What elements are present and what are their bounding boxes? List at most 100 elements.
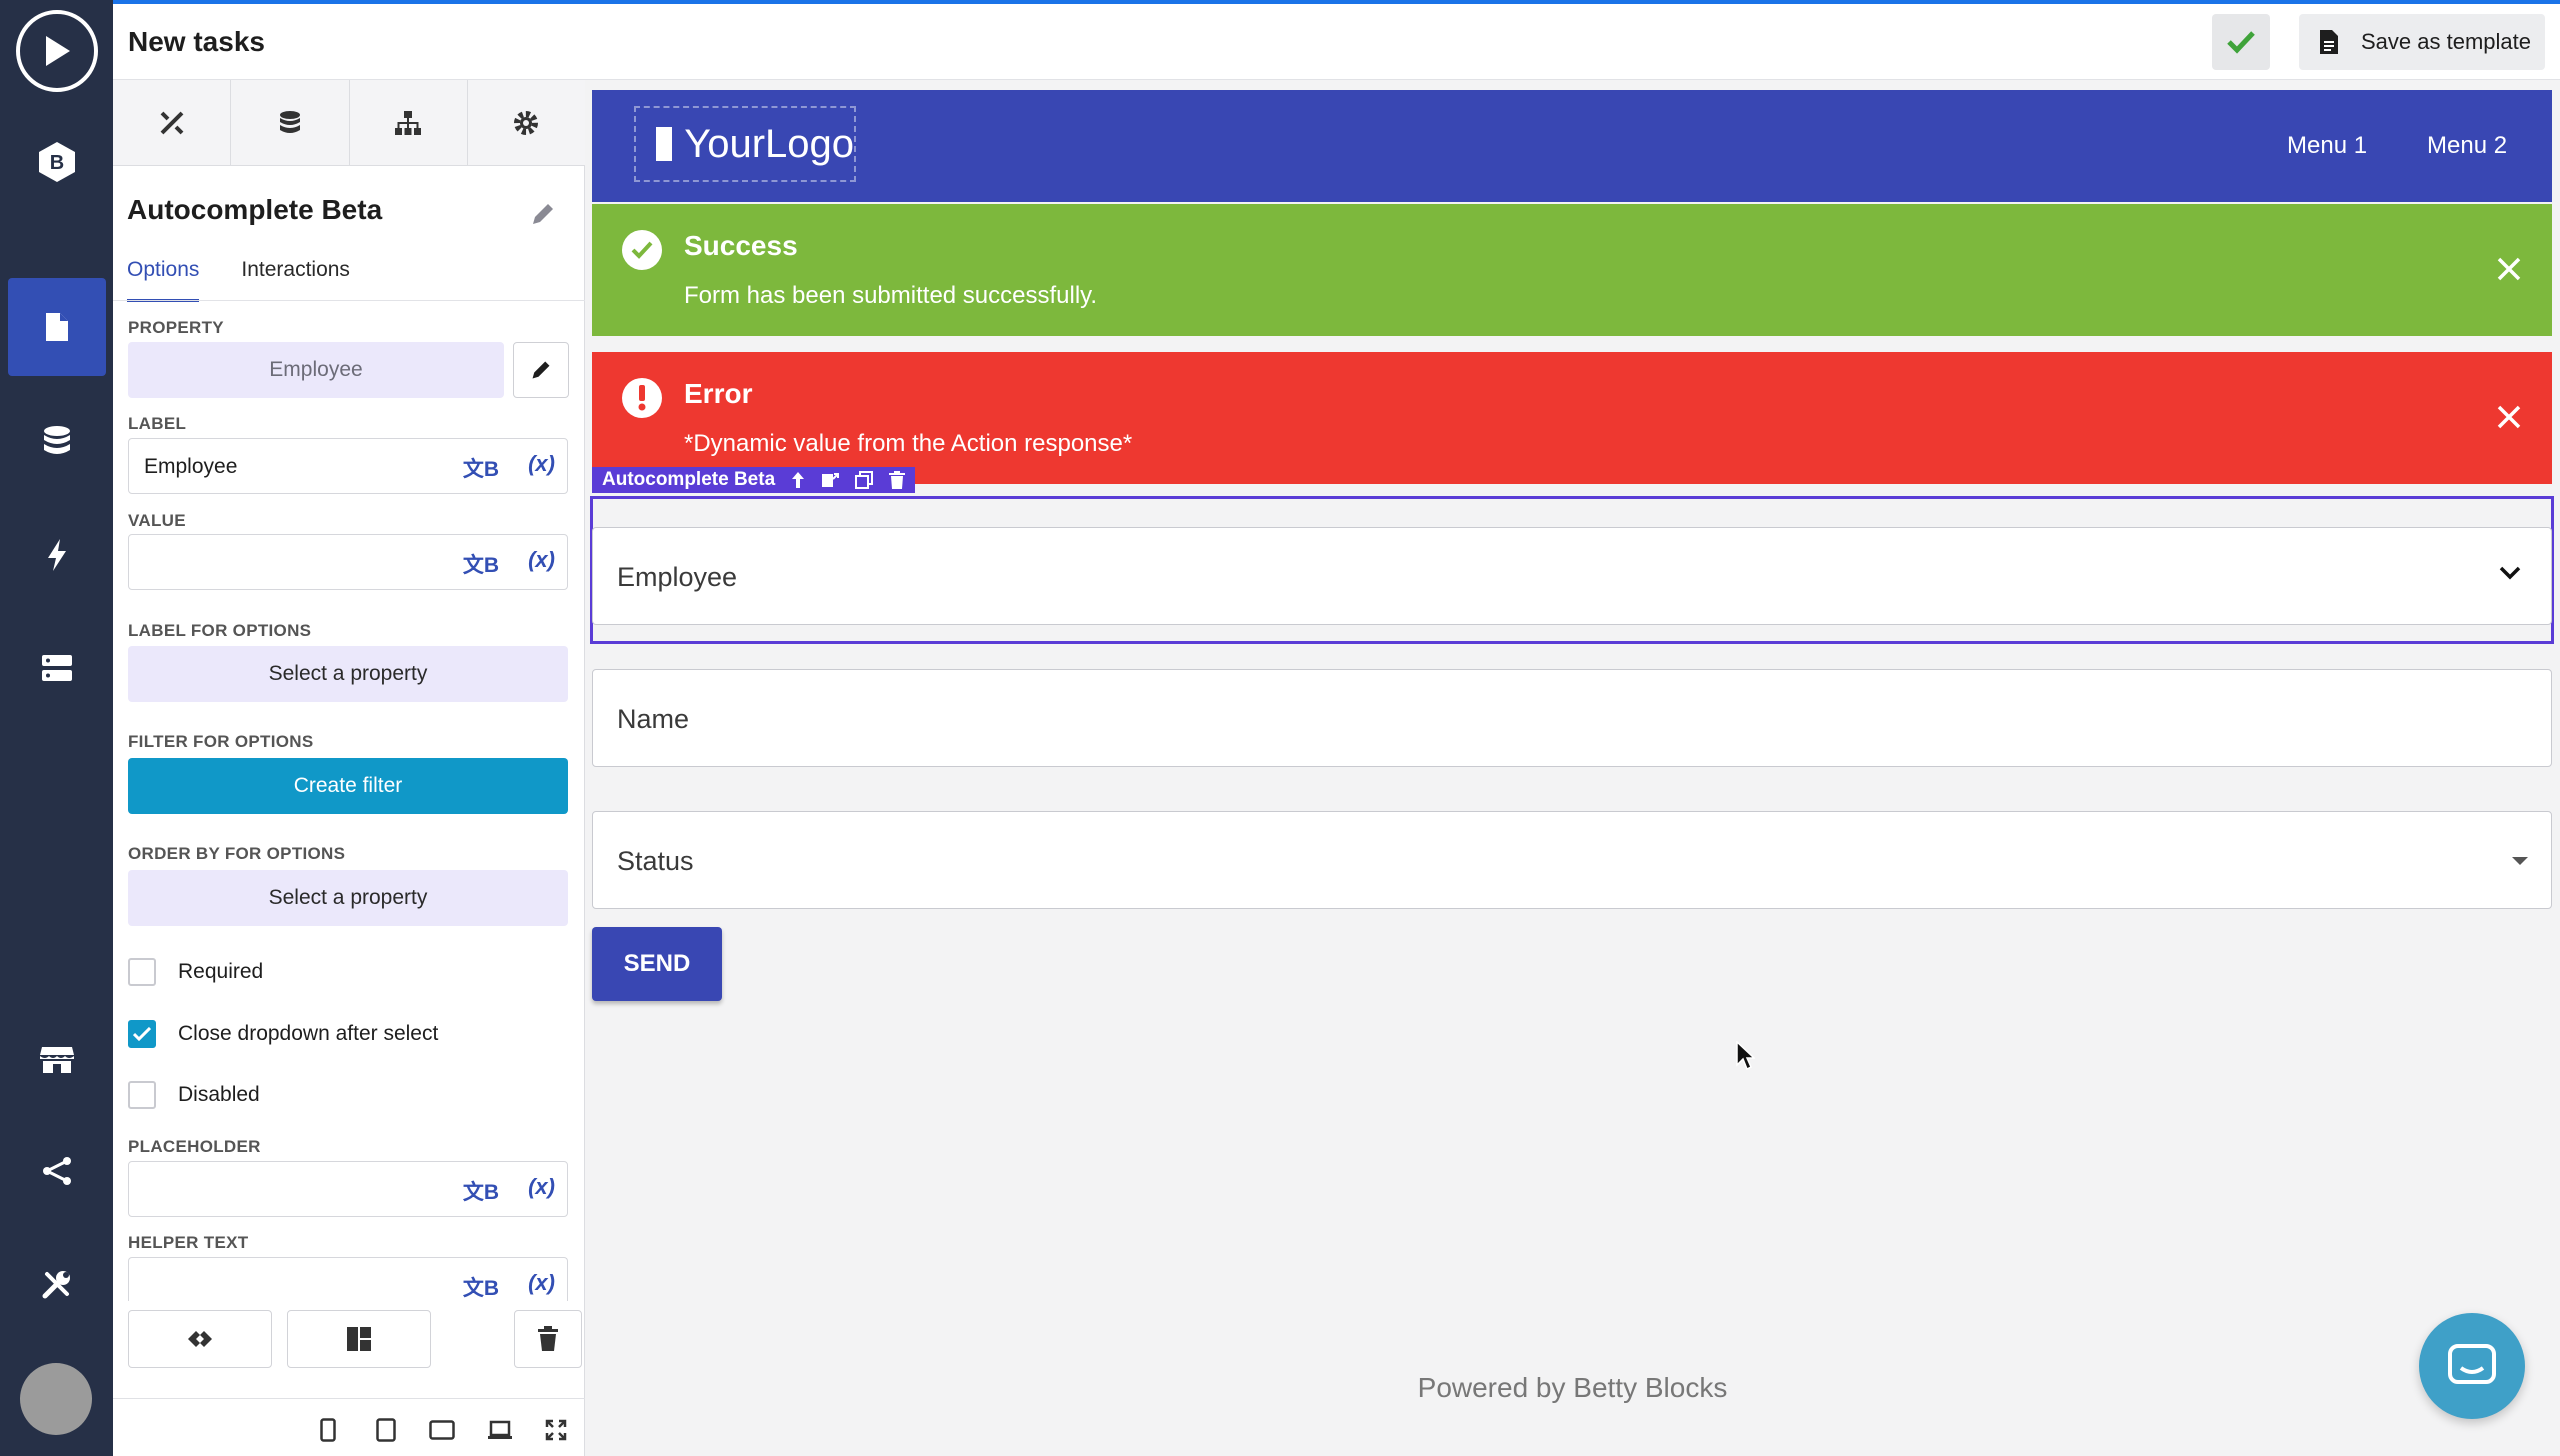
device-desktop-button[interactable] <box>485 1415 515 1445</box>
property-select[interactable]: Employee <box>128 342 504 398</box>
status-field-label: Status <box>617 846 694 876</box>
rename-component-button[interactable] <box>523 194 563 234</box>
disabled-checkbox[interactable] <box>128 1081 156 1109</box>
rail-store[interactable] <box>8 1010 106 1108</box>
rail-pages[interactable] <box>8 278 106 376</box>
mouse-cursor-icon <box>1736 1041 1755 1071</box>
label-for-options-select[interactable]: Select a property <box>128 646 568 702</box>
tab-structure[interactable] <box>349 80 468 165</box>
gear-icon <box>514 110 539 135</box>
database-icon <box>44 426 70 454</box>
device-tablet-button[interactable] <box>371 1415 401 1445</box>
employee-autocomplete[interactable]: Employee <box>592 527 2552 625</box>
required-checkbox-row[interactable]: Required <box>128 958 263 986</box>
chevron-down-icon[interactable] <box>2499 566 2521 580</box>
status-select[interactable]: Status <box>592 811 2552 909</box>
select-parent-icon[interactable] <box>791 471 805 489</box>
tab-settings[interactable] <box>467 80 585 165</box>
variable-icon[interactable]: (x) <box>528 451 555 477</box>
tab-interactions[interactable]: Interactions <box>241 258 350 302</box>
menu-item-1[interactable]: Menu 1 <box>2287 132 2367 160</box>
label-field[interactable]: Employee 文B (x) <box>128 438 568 494</box>
close-error-button[interactable] <box>2494 402 2524 432</box>
trash-icon <box>538 1326 558 1351</box>
translate-icon[interactable]: 文B <box>463 1272 499 1302</box>
placeholder-field[interactable]: 文B (x) <box>128 1161 568 1217</box>
page-canvas: YourLogo Menu 1 Menu 2 Success Form has … <box>585 80 2560 1456</box>
close-success-button[interactable] <box>2494 254 2524 284</box>
options-tabs: Options Interactions <box>127 258 350 302</box>
copy-component-button[interactable] <box>128 1310 272 1368</box>
user-avatar[interactable] <box>20 1363 92 1435</box>
logo-text: YourLogo <box>684 122 854 167</box>
tabs-divider <box>113 300 585 301</box>
play-icon <box>46 36 70 66</box>
helper-text-field[interactable]: 文B (x) <box>128 1257 568 1301</box>
wrench-pencil-icon <box>160 111 184 134</box>
exclamation-circle-icon <box>622 378 662 418</box>
save-as-template-button[interactable]: Save as template <box>2299 14 2545 70</box>
order-by-label: ORDER BY FOR OPTIONS <box>128 844 346 863</box>
variable-icon[interactable]: (x) <box>528 547 555 573</box>
variable-icon[interactable]: (x) <box>528 1270 555 1296</box>
database-icon <box>279 110 300 133</box>
fullscreen-button[interactable] <box>541 1415 571 1445</box>
success-message: Form has been submitted successfully. <box>684 282 1098 309</box>
variable-icon[interactable]: (x) <box>528 1174 555 1200</box>
placeholder-field-label: PLACEHOLDER <box>128 1137 261 1156</box>
rail-data-model[interactable] <box>8 392 106 490</box>
confirm-button[interactable] <box>2212 14 2270 70</box>
required-checkbox[interactable] <box>128 958 156 986</box>
close-dropdown-checkbox-label: Close dropdown after select <box>178 1022 439 1045</box>
translate-icon[interactable]: 文B <box>463 549 499 579</box>
tab-data[interactable] <box>231 80 350 165</box>
label-field-label: LABEL <box>128 414 187 433</box>
expand-icon <box>545 1419 567 1441</box>
trash-icon[interactable] <box>889 471 906 489</box>
tab-options[interactable]: Options <box>127 258 200 302</box>
svg-text:B: B <box>50 152 64 174</box>
disabled-checkbox-row[interactable]: Disabled <box>128 1081 260 1109</box>
rail-actions[interactable] <box>8 506 106 604</box>
send-button[interactable]: SEND <box>592 927 722 1001</box>
panel-action-bar <box>128 1310 582 1368</box>
caret-down-icon[interactable] <box>2511 856 2529 866</box>
property-label: PROPERTY <box>128 318 224 337</box>
play-button[interactable] <box>16 10 98 92</box>
logo-placeholder[interactable]: YourLogo <box>634 106 856 182</box>
powered-by-footer: Powered by Betty Blocks <box>1417 1372 1728 1403</box>
error-title: Error <box>684 378 753 409</box>
create-filter-button[interactable]: Create filter <box>128 758 568 814</box>
rail-tools[interactable] <box>8 1235 106 1333</box>
device-tablet-landscape-button[interactable] <box>427 1415 457 1445</box>
rail-server[interactable] <box>8 619 106 717</box>
app-root: B New tasks Save as template Autocomplet… <box>0 0 2560 1456</box>
translate-icon[interactable]: 文B <box>463 1176 499 1206</box>
order-by-select[interactable]: Select a property <box>128 870 568 926</box>
value-field[interactable]: 文B (x) <box>128 534 568 590</box>
close-dropdown-checkbox[interactable] <box>128 1020 156 1048</box>
translate-icon[interactable]: 文B <box>463 453 499 483</box>
share-icon <box>43 1157 71 1185</box>
properties-panel: Autocomplete Beta Options Interactions P… <box>113 80 585 1456</box>
pencil-icon <box>533 204 553 224</box>
delete-component-button[interactable] <box>514 1310 582 1368</box>
tab-component-options[interactable] <box>113 80 232 165</box>
employee-field-label: Employee <box>617 562 738 592</box>
checkmark-icon <box>2227 31 2255 54</box>
menu-item-2[interactable]: Menu 2 <box>2427 132 2507 160</box>
save-component-icon[interactable] <box>821 471 840 489</box>
name-input[interactable]: Name <box>592 669 2552 767</box>
chat-launcher-button[interactable] <box>2419 1313 2525 1419</box>
close-dropdown-checkbox-row[interactable]: Close dropdown after select <box>128 1020 438 1048</box>
error-message: *Dynamic value from the Action response* <box>684 430 1133 457</box>
tablet-icon <box>376 1418 396 1442</box>
device-mobile-button[interactable] <box>313 1415 343 1445</box>
duplicate-icon[interactable] <box>855 471 874 489</box>
rail-builder-logo[interactable]: B <box>8 113 106 211</box>
rail-share[interactable] <box>8 1122 106 1220</box>
server-icon <box>42 655 72 681</box>
property-edit-button[interactable] <box>513 342 569 398</box>
layout-button[interactable] <box>287 1310 431 1368</box>
selected-component-tag[interactable]: Autocomplete Beta <box>592 467 916 493</box>
